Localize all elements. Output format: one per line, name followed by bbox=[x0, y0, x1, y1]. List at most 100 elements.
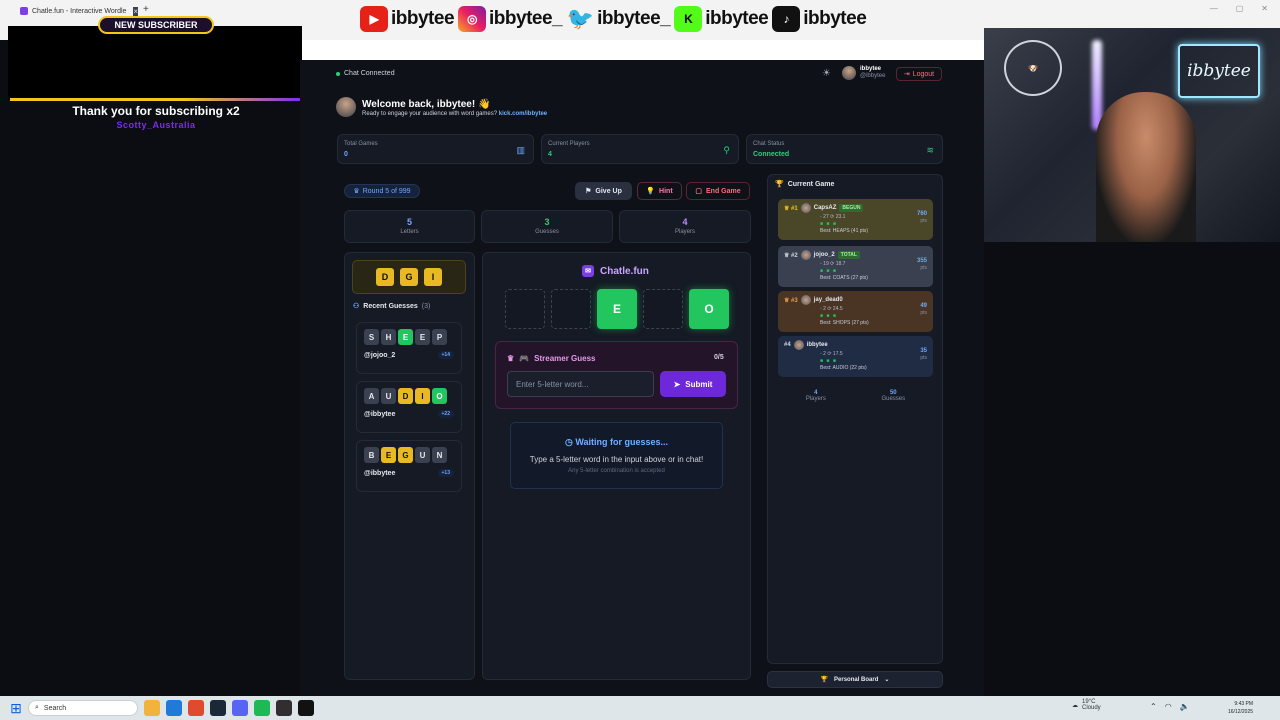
player-avatar bbox=[800, 250, 811, 260]
discord-icon[interactable] bbox=[232, 700, 248, 716]
known-letter: D bbox=[376, 268, 394, 286]
current-game-summary: 4 Players 50 Guesses bbox=[805, 390, 906, 402]
stop-icon: ▢ bbox=[695, 188, 702, 195]
subscriber-message: Thank you for subscribing x2 bbox=[72, 104, 240, 118]
player-name: jay_dead0 bbox=[813, 297, 843, 303]
info-letters: 5 Letters bbox=[344, 210, 475, 243]
taskbar-apps bbox=[144, 700, 314, 716]
end-game-button[interactable]: ▢ End Game bbox=[686, 182, 750, 200]
player-progress-dots: ■ ■ ■ bbox=[820, 358, 837, 364]
guess-points: +13 bbox=[437, 469, 454, 477]
light-bar bbox=[1092, 40, 1102, 130]
chevron-down-icon: ⌄ bbox=[884, 677, 890, 683]
neon-sign: ibbytee bbox=[1178, 44, 1260, 98]
theme-toggle-sun-icon[interactable]: ☀ bbox=[822, 68, 831, 79]
avatar bbox=[842, 66, 856, 80]
new-tab-button[interactable]: + bbox=[143, 4, 149, 15]
close-tab-icon[interactable]: × bbox=[133, 6, 138, 16]
steam-icon[interactable] bbox=[210, 700, 226, 716]
player-best: Best: AUDIO (22 pts) bbox=[820, 365, 867, 371]
guess-tile: G bbox=[398, 447, 413, 463]
status-dot-icon bbox=[336, 71, 340, 76]
board-slot: E bbox=[597, 289, 637, 329]
known-letters: D G I bbox=[352, 260, 466, 294]
current-game-title: 🏆 Current Game bbox=[775, 180, 835, 189]
window-controls: — ▢ ✕ bbox=[1210, 4, 1268, 13]
logout-icon: ⇥ bbox=[903, 71, 910, 78]
bar-chart-icon: ▥ bbox=[516, 145, 525, 155]
search-icon: ⌕ bbox=[35, 704, 39, 711]
lightbulb-icon: 💡 bbox=[646, 188, 656, 195]
guess-user: @ibbytee bbox=[364, 469, 396, 477]
player-score: 355 pts bbox=[916, 258, 927, 271]
waiting-note: Any 5-letter combination is accepted bbox=[568, 468, 665, 474]
address-bar[interactable] bbox=[300, 40, 984, 60]
hint-button[interactable]: 💡 Hint bbox=[637, 182, 682, 200]
minimize-button[interactable]: — bbox=[1210, 4, 1218, 13]
subscriber-name: Scotty_Australia bbox=[116, 120, 196, 130]
trophy-icon: 🏆 bbox=[820, 677, 829, 683]
guess-tile: I bbox=[415, 388, 430, 404]
chevron-up-icon[interactable]: ⌃ bbox=[1150, 702, 1157, 711]
guess-tile: E bbox=[398, 329, 413, 345]
edge-icon[interactable] bbox=[166, 700, 182, 716]
kick-icon: K bbox=[674, 6, 703, 32]
player-meta: ◦ 2 ⟳ 24.5 bbox=[820, 306, 843, 312]
guess-tile: O bbox=[432, 388, 447, 404]
user-handle: @ibbytee bbox=[860, 73, 886, 79]
close-window-button[interactable]: ✕ bbox=[1261, 4, 1268, 13]
player-meta: ◦ 19 ⟳ 18.7 bbox=[820, 261, 846, 267]
logout-button[interactable]: ⇥ Logout bbox=[896, 67, 942, 81]
clock-icon: ◷ bbox=[564, 437, 576, 447]
kick-channel-link[interactable]: kick.com/ibbytee bbox=[499, 111, 547, 117]
round-badge: ♛ Round 5 of 999 bbox=[344, 184, 420, 198]
spotify-icon[interactable] bbox=[254, 700, 270, 716]
player-score: 35 pts bbox=[920, 348, 927, 361]
guess-card: A U D I O @ibbytee +22 bbox=[356, 381, 462, 433]
guess-tile: A bbox=[364, 388, 379, 404]
player-progress-dots: ■ ■ ■ bbox=[820, 221, 837, 227]
user-menu[interactable]: ibbytee @ibbytee bbox=[842, 66, 885, 80]
player-meta: ◦ 2 ⟳ 17.5 bbox=[820, 351, 843, 357]
weather-widget[interactable]: ☁ 19°C Cloudy bbox=[1072, 699, 1101, 711]
windows-start-icon[interactable]: ⊞ bbox=[8, 700, 24, 716]
wifi-tray-icon[interactable]: ◠ bbox=[1165, 702, 1172, 711]
cloud-icon: ☁ bbox=[1072, 702, 1078, 709]
brave-icon[interactable] bbox=[188, 700, 204, 716]
info-guesses: 3 Guesses bbox=[481, 210, 613, 243]
youtube-icon: ▶ bbox=[360, 6, 388, 32]
waiting-subtitle: Type a 5-letter word in the input above … bbox=[529, 455, 704, 464]
player-card: ♕ #2 jojoo_2 TOTAL ◦ 19 ⟳ 18.7 ■ ■ ■ Best:… bbox=[778, 246, 933, 287]
personal-board-toggle[interactable]: 🏆 Personal Board ⌄ bbox=[767, 671, 943, 688]
guess-input[interactable] bbox=[507, 371, 654, 397]
player-rank: #4 bbox=[784, 342, 791, 348]
kick-handle: Kibbytee bbox=[674, 6, 769, 32]
alert-progress-line bbox=[10, 98, 302, 101]
player-score: 49 pts bbox=[920, 303, 927, 316]
file-explorer-icon[interactable] bbox=[144, 700, 160, 716]
player-best: Best: COATS (27 pts) bbox=[820, 275, 868, 281]
guess-tiles: B E G U N bbox=[364, 447, 454, 463]
maximize-button[interactable]: ▢ bbox=[1236, 4, 1244, 13]
give-up-button[interactable]: ⚑ Give Up bbox=[575, 182, 632, 200]
guess-tile: H bbox=[381, 329, 396, 345]
taskbar-clock[interactable]: 9:43 PM 16/12/2025 bbox=[1228, 700, 1253, 716]
player-best: Best: HEAPS (41 pts) bbox=[820, 228, 869, 234]
volume-icon[interactable]: 🔈 bbox=[1180, 702, 1190, 711]
submit-button[interactable]: ➤ Submit bbox=[660, 371, 726, 397]
system-tray: ⌃ ◠ 🔈 bbox=[1150, 702, 1190, 711]
player-card: ♕ #3 jay_dead0 ◦ 2 ⟳ 24.5 ■ ■ ■ Best: SHO… bbox=[778, 291, 933, 332]
guess-points: +14 bbox=[437, 351, 454, 359]
obs-icon[interactable] bbox=[276, 700, 292, 716]
known-letter: I bbox=[424, 268, 442, 286]
instagram-icon: ◎ bbox=[458, 6, 487, 32]
tiktok-app-icon[interactable] bbox=[298, 700, 314, 716]
guess-tile: D bbox=[398, 388, 413, 404]
player-name: jojoo_2 bbox=[813, 252, 835, 258]
guess-tile: E bbox=[381, 447, 396, 463]
guess-card: B E G U N @ibbytee +13 bbox=[356, 440, 462, 492]
bulldog-logo-icon: 🐶 bbox=[1004, 40, 1062, 96]
trophy-icon: 🏆 bbox=[775, 181, 784, 188]
taskbar-search[interactable]: ⌕ Search bbox=[28, 700, 138, 716]
player-rank: ♕ #3 bbox=[784, 297, 798, 304]
